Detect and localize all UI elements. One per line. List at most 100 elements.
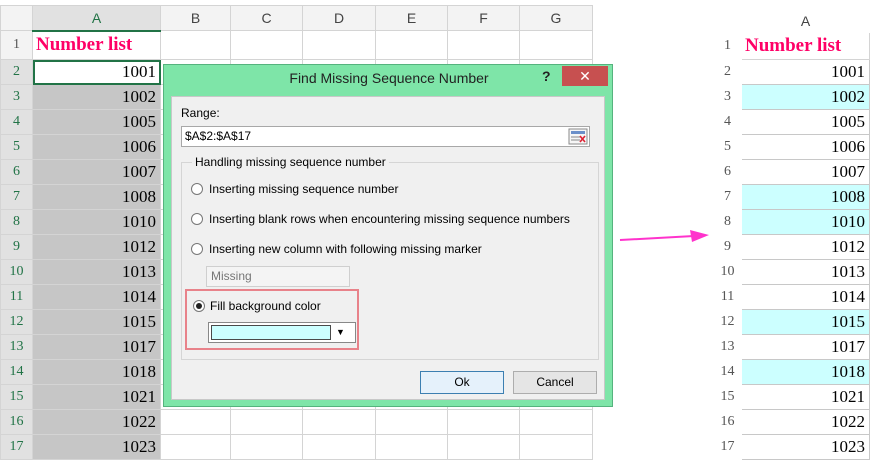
cell[interactable]: [375, 409, 448, 435]
row-header[interactable]: 3: [713, 84, 742, 110]
ok-button[interactable]: Ok: [420, 371, 504, 394]
row-header[interactable]: 5: [0, 134, 33, 160]
row-header[interactable]: 6: [713, 159, 742, 185]
option-label[interactable]: Fill background color: [210, 299, 321, 313]
row-header[interactable]: 7: [713, 184, 742, 210]
cell-value-highlighted[interactable]: 1018: [741, 359, 870, 385]
row-header[interactable]: 4: [713, 109, 742, 135]
header-cell-number-list[interactable]: Number list: [32, 30, 161, 60]
cell-value[interactable]: 1023: [741, 434, 870, 460]
row-header[interactable]: 4: [0, 109, 33, 135]
cell-value[interactable]: 1002: [32, 84, 161, 110]
row-header[interactable]: 15: [0, 384, 33, 410]
row-header[interactable]: 1: [0, 30, 33, 60]
cell[interactable]: [519, 409, 593, 435]
row-header[interactable]: 11: [0, 284, 33, 310]
missing-marker-input[interactable]: Missing: [206, 266, 350, 287]
cell-value-highlighted[interactable]: 1010: [741, 209, 870, 235]
cell-value[interactable]: 1022: [32, 409, 161, 435]
radio-insert-new-column[interactable]: [191, 243, 203, 255]
row-header[interactable]: 3: [0, 84, 33, 110]
cell[interactable]: [302, 409, 376, 435]
cell-value[interactable]: 1014: [32, 284, 161, 310]
radio-fill-background-color[interactable]: [193, 300, 205, 312]
cell[interactable]: [375, 30, 448, 60]
option-label[interactable]: Inserting blank rows when encountering m…: [209, 212, 570, 226]
cell-value-highlighted[interactable]: 1008: [741, 184, 870, 210]
row-header[interactable]: 5: [713, 134, 742, 160]
row-header[interactable]: 13: [713, 334, 742, 360]
cell-value[interactable]: 1018: [32, 359, 161, 385]
cell-value[interactable]: 1013: [741, 259, 870, 285]
column-header-c[interactable]: C: [230, 5, 303, 31]
row-header[interactable]: 8: [0, 209, 33, 235]
range-select-icon[interactable]: [568, 128, 588, 145]
row-header[interactable]: 17: [713, 434, 742, 460]
row-header[interactable]: 11: [713, 284, 742, 310]
cell-value[interactable]: 1022: [741, 409, 870, 435]
row-header[interactable]: 14: [0, 359, 33, 385]
cell[interactable]: [160, 409, 231, 435]
select-all-corner[interactable]: [0, 5, 33, 31]
cell[interactable]: [519, 30, 593, 60]
cell-value[interactable]: 1021: [741, 384, 870, 410]
option-label[interactable]: Inserting new column with following miss…: [209, 242, 482, 256]
cell[interactable]: [302, 30, 376, 60]
column-header-d[interactable]: D: [302, 5, 376, 31]
color-dropdown[interactable]: ▼: [208, 322, 356, 343]
row-header[interactable]: 8: [713, 209, 742, 235]
column-header-a[interactable]: A: [32, 5, 161, 32]
cell-value[interactable]: 1013: [32, 259, 161, 285]
cell[interactable]: [230, 409, 303, 435]
row-header[interactable]: 17: [0, 434, 33, 460]
cell-value[interactable]: 1012: [32, 234, 161, 260]
cell-value[interactable]: 1008: [32, 184, 161, 210]
row-header[interactable]: 1: [713, 32, 742, 60]
cell[interactable]: [160, 30, 231, 60]
cell-value[interactable]: 1007: [741, 159, 870, 185]
row-header[interactable]: 12: [713, 309, 742, 335]
column-header-e[interactable]: E: [375, 5, 448, 31]
row-header[interactable]: 2: [0, 59, 33, 85]
cell[interactable]: [230, 434, 303, 460]
cell-value[interactable]: 1005: [741, 109, 870, 135]
cell-value[interactable]: 1010: [32, 209, 161, 235]
row-header[interactable]: 14: [713, 359, 742, 385]
row-header[interactable]: 6: [0, 159, 33, 185]
cell-value[interactable]: 1023: [32, 434, 161, 460]
cell[interactable]: [447, 434, 520, 460]
range-input[interactable]: $A$2:$A$17: [181, 126, 590, 147]
cell-value[interactable]: 1005: [32, 109, 161, 135]
option-label[interactable]: Inserting missing sequence number: [209, 182, 398, 196]
row-header[interactable]: 16: [0, 409, 33, 435]
cell[interactable]: [519, 434, 593, 460]
cell-value[interactable]: 1021: [32, 384, 161, 410]
row-header[interactable]: 12: [0, 309, 33, 335]
cell-value[interactable]: 1017: [32, 334, 161, 360]
row-header[interactable]: 9: [0, 234, 33, 260]
cancel-button[interactable]: Cancel: [513, 371, 597, 394]
radio-insert-blank-rows[interactable]: [191, 213, 203, 225]
cell[interactable]: [447, 30, 520, 60]
cell-value[interactable]: 1015: [32, 309, 161, 335]
header-cell-number-list[interactable]: Number list: [741, 32, 870, 60]
cell-value[interactable]: 1007: [32, 159, 161, 185]
radio-insert-missing-number[interactable]: [191, 183, 203, 195]
cell[interactable]: [230, 30, 303, 60]
close-button[interactable]: ✕: [562, 66, 608, 86]
row-header[interactable]: 13: [0, 334, 33, 360]
row-header[interactable]: 16: [713, 409, 742, 435]
column-header-a[interactable]: A: [741, 8, 870, 33]
help-button[interactable]: ?: [542, 68, 551, 84]
cell-value-highlighted[interactable]: 1015: [741, 309, 870, 335]
cell-value[interactable]: 1001: [741, 59, 870, 85]
cell-value[interactable]: 1017: [741, 334, 870, 360]
cell[interactable]: [302, 434, 376, 460]
row-header[interactable]: 10: [0, 259, 33, 285]
cell-value[interactable]: 1006: [741, 134, 870, 160]
cell[interactable]: [447, 409, 520, 435]
cell-value-highlighted[interactable]: 1002: [741, 84, 870, 110]
row-header[interactable]: 15: [713, 384, 742, 410]
row-header[interactable]: 7: [0, 184, 33, 210]
row-header[interactable]: 2: [713, 59, 742, 85]
